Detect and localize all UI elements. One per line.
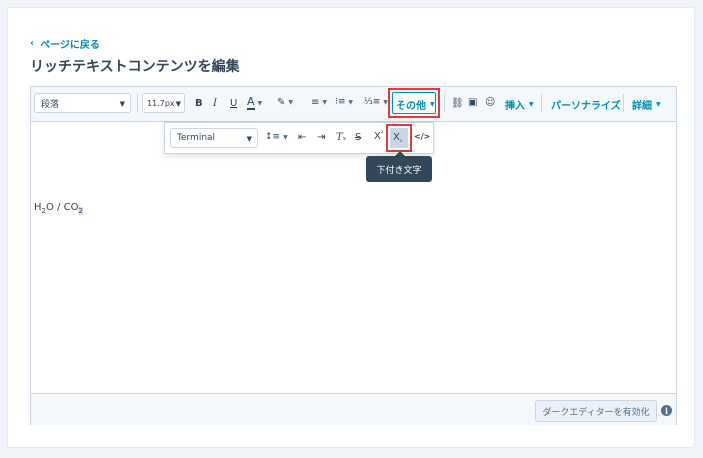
toolbar-divider <box>541 94 542 112</box>
bullet-list-icon: ⁝≡ <box>335 97 346 107</box>
toolbar-divider <box>137 94 138 112</box>
caret-down-icon: ▼ <box>529 101 534 108</box>
emoji-icon[interactable]: ☺ <box>485 97 495 108</box>
superscript-button[interactable]: X² <box>374 130 383 142</box>
caret-down-icon: ▼ <box>175 100 181 108</box>
paragraph-select[interactable]: 段落 ▼ <box>34 93 131 113</box>
caret-down-icon: ▼ <box>246 135 252 143</box>
clear-format-icon[interactable]: Tₓ <box>336 132 346 143</box>
align-icon: ≡ <box>311 97 320 108</box>
content-text: O / CO <box>46 202 79 213</box>
toolbar-divider <box>444 94 445 112</box>
font-family-value: Terminal <box>177 133 216 143</box>
outdent-icon[interactable]: ⇤ <box>298 132 306 143</box>
pen-icon: ✎ <box>277 97 286 108</box>
insert-label: 挿入 <box>505 101 525 112</box>
numbered-list-button[interactable]: ⅓≡ ▼ <box>364 97 388 107</box>
content-subscript-selected: 2 <box>78 207 83 215</box>
font-size-value: 11.7px <box>147 98 175 108</box>
line-height-button[interactable]: ↕≡ ▼ <box>265 132 288 142</box>
details-label: 詳細 <box>632 101 652 112</box>
numbered-list-icon: ⅓≡ <box>364 97 381 107</box>
caret-down-icon: ▼ <box>257 99 263 107</box>
caret-down-icon: ▼ <box>348 98 354 106</box>
text-color-button[interactable]: A ▼ <box>247 96 262 110</box>
editor-content[interactable]: H2O / CO2 <box>34 202 83 215</box>
font-family-select[interactable]: Terminal ▼ <box>170 128 258 148</box>
underline-button[interactable]: U <box>230 98 237 109</box>
caret-down-icon: ▼ <box>656 101 661 108</box>
line-height-icon: ↕≡ <box>265 132 281 142</box>
image-icon[interactable]: ▣ <box>468 97 477 108</box>
toolbar-divider <box>623 94 624 112</box>
content-text: H <box>34 202 42 213</box>
subscript-tooltip: 下付き文字 <box>366 151 432 182</box>
paragraph-select-value: 段落 <box>41 99 60 110</box>
align-button[interactable]: ≡ ▼ <box>311 97 327 108</box>
insert-button[interactable]: 挿入 ▼ <box>505 97 534 112</box>
text-color-glyph: A <box>247 95 255 110</box>
info-icon[interactable]: i <box>661 405 672 416</box>
bold-button[interactable]: B <box>195 98 203 109</box>
subscript-button-highlight <box>386 124 412 152</box>
code-button[interactable]: </> <box>414 132 430 141</box>
indent-icon[interactable]: ⇥ <box>317 132 325 143</box>
superscript-glyph: X <box>374 131 381 142</box>
link-icon[interactable]: ⛓ <box>451 98 464 109</box>
chevron-left-icon: ‹ <box>30 38 35 49</box>
font-size-select[interactable]: 11.7px ▼ <box>142 93 185 113</box>
caret-down-icon: ▼ <box>119 100 125 108</box>
caret-down-icon: ▼ <box>283 133 288 141</box>
back-link[interactable]: ‹ ページに戻る <box>30 36 100 51</box>
page-title: リッチテキストコンテンツを編集 <box>30 59 240 75</box>
highlight-button[interactable]: ✎ ▼ <box>277 97 293 108</box>
details-button[interactable]: 詳細 ▼ <box>632 97 661 112</box>
other-button-highlight <box>388 88 440 118</box>
strikethrough-icon[interactable]: S <box>355 132 361 143</box>
italic-button[interactable]: I <box>213 98 217 109</box>
back-link-label: ページに戻る <box>40 40 100 51</box>
bullet-list-button[interactable]: ⁝≡ ▼ <box>335 97 353 107</box>
caret-down-icon: ▼ <box>322 99 328 106</box>
caret-down-icon: ▼ <box>288 99 294 106</box>
personalize-button[interactable]: パーソナライズ <box>551 97 621 112</box>
enable-dark-editor-button[interactable]: ダークエディターを有効化 <box>535 400 657 422</box>
